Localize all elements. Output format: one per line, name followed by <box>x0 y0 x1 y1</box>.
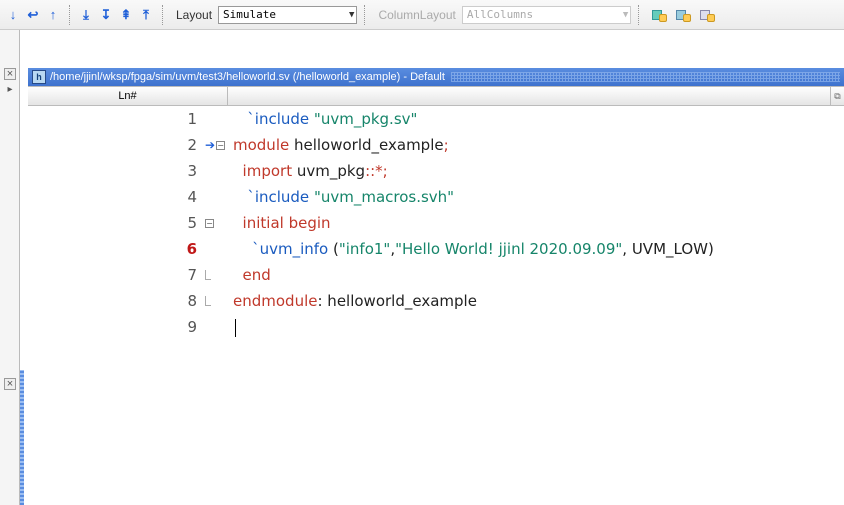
code-line[interactable]: 4 `include "uvm_macros.svh" <box>28 184 844 210</box>
nav-step-down-icon[interactable]: ↧ <box>97 4 115 26</box>
columnlayout-combo: AllColumns ▼ <box>462 6 631 24</box>
line-number: 3 <box>28 158 205 184</box>
combo-dropdown-icon: ▼ <box>623 10 628 20</box>
line-number: 5 <box>28 210 205 236</box>
combo-dropdown-icon: ▼ <box>349 10 354 20</box>
toolbar-separator <box>364 5 365 25</box>
fold-collapse-icon[interactable]: − <box>205 219 214 228</box>
code-text[interactable] <box>233 314 236 340</box>
line-number-header[interactable]: Ln# <box>28 87 228 105</box>
fold-marker-area[interactable] <box>205 270 233 280</box>
code-editor[interactable]: 1 `include "uvm_pkg.sv"2➔−module hellowo… <box>28 106 844 505</box>
layout-combo[interactable]: Simulate ▼ <box>218 6 357 24</box>
toolbar-separator <box>638 5 639 25</box>
code-line[interactable]: 9 <box>28 314 844 340</box>
code-line[interactable]: 8 endmodule: helloworld_example <box>28 288 844 314</box>
nav-up-one-icon[interactable]: ↑ <box>44 4 62 26</box>
layout-label: Layout <box>176 8 212 22</box>
code-column-header[interactable]: ⧉ <box>228 87 844 105</box>
code-text[interactable]: import uvm_pkg::*; <box>233 158 388 184</box>
code-line[interactable]: 2➔−module helloworld_example; <box>28 132 844 158</box>
columnlayout-combo-value: AllColumns <box>467 8 617 21</box>
fold-marker-area[interactable]: − <box>205 219 233 228</box>
editor-title-bar[interactable]: h /home/jjinl/wksp/fpga/sim/uvm/test3/he… <box>28 68 844 86</box>
code-line[interactable]: 5− initial begin <box>28 210 844 236</box>
line-number: 2 <box>28 132 205 158</box>
text-cursor <box>235 319 236 337</box>
code-line[interactable]: 6 `uvm_info ("info1","Hello World! jjinl… <box>28 236 844 262</box>
expand-right-icon[interactable]: ▸ <box>4 84 16 96</box>
fold-end-icon <box>205 270 211 280</box>
code-text[interactable]: `include "uvm_macros.svh" <box>233 184 454 210</box>
layout-combo-value: Simulate <box>223 8 343 21</box>
line-number: 6 <box>28 236 205 262</box>
code-line[interactable]: 3 import uvm_pkg::*; <box>28 158 844 184</box>
line-number: 7 <box>28 262 205 288</box>
title-drag-area[interactable] <box>451 72 840 82</box>
code-line[interactable]: 1 `include "uvm_pkg.sv" <box>28 106 844 132</box>
left-gutter-strip: × ▸ × <box>0 30 20 505</box>
editor-title-path: /home/jjinl/wksp/fpga/sim/uvm/test3/hell… <box>50 71 445 83</box>
code-line[interactable]: 7 end <box>28 262 844 288</box>
tool-icon-1[interactable] <box>646 4 668 26</box>
line-number: 9 <box>28 314 205 340</box>
code-text[interactable]: initial begin <box>233 210 331 236</box>
nav-down-one-icon[interactable]: ↓ <box>4 4 22 26</box>
nav-up-end-icon[interactable]: ⤒ <box>137 4 155 26</box>
line-number: 8 <box>28 288 205 314</box>
line-number: 4 <box>28 184 205 210</box>
fold-marker-area[interactable]: ➔− <box>205 132 233 158</box>
fold-end-icon <box>205 296 211 306</box>
code-text[interactable]: `uvm_info ("info1","Hello World! jjinl 2… <box>233 236 714 262</box>
main-toolbar: ↓ ↩ ↑ ⤓ ↧ ⇞ ⤒ Layout Simulate ▼ ColumnLa… <box>0 0 844 30</box>
line-number: 1 <box>28 106 205 132</box>
toolbar-separator <box>69 5 70 25</box>
header-scroll-icon[interactable]: ⧉ <box>830 87 844 105</box>
toolbar-separator <box>162 5 163 25</box>
columnlayout-label: ColumnLayout <box>378 8 455 22</box>
code-text[interactable]: module helloworld_example; <box>233 132 449 158</box>
nav-left-icon[interactable]: ↩ <box>24 4 42 26</box>
editor-column-header: Ln# ⧉ <box>28 86 844 106</box>
close-panel-icon[interactable]: × <box>4 378 16 390</box>
close-panel-icon[interactable]: × <box>4 68 16 80</box>
code-text[interactable]: `include "uvm_pkg.sv" <box>233 106 417 132</box>
fold-collapse-icon[interactable]: − <box>216 141 225 150</box>
code-text[interactable]: endmodule: helloworld_example <box>233 288 477 314</box>
panel-drag-handle[interactable] <box>20 370 24 505</box>
tool-icon-3[interactable] <box>694 4 716 26</box>
fold-marker-area[interactable] <box>205 296 233 306</box>
tool-icon-2[interactable] <box>670 4 692 26</box>
main-area: × ▸ × h /home/jjinl/wksp/fpga/sim/uvm/te… <box>0 30 844 505</box>
execution-arrow-icon: ➔ <box>205 132 215 158</box>
nav-back-up-icon[interactable]: ⇞ <box>117 4 135 26</box>
code-text[interactable]: end <box>233 262 271 288</box>
nav-down-end-icon[interactable]: ⤓ <box>77 4 95 26</box>
file-icon: h <box>32 70 46 84</box>
